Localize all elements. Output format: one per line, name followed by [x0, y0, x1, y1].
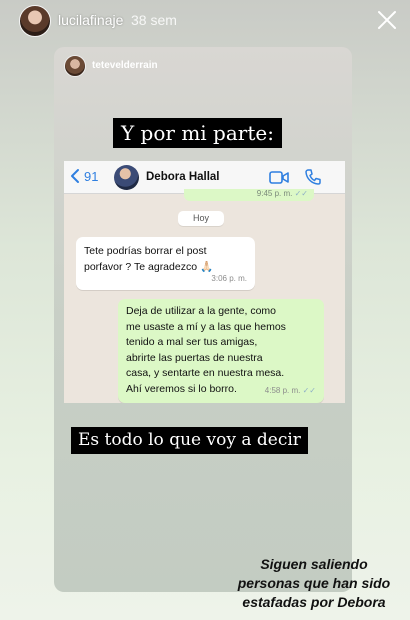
banner-bottom-text: Es todo lo que voy a decir — [71, 427, 308, 454]
unread-count: 91 — [84, 168, 99, 184]
story-username[interactable]: lucilafinaje — [58, 12, 123, 28]
contact-name[interactable]: Debora Hallal — [146, 171, 220, 183]
day-separator: Hoy — [178, 211, 224, 226]
contact-avatar[interactable] — [114, 165, 139, 190]
message-time-text: 4:58 p. m. — [264, 386, 301, 396]
previous-message-time: 9:45 p. m. — [256, 189, 293, 198]
close-icon[interactable] — [374, 7, 400, 33]
chevron-left-icon — [71, 169, 79, 183]
banner-top-text: Y por mi parte: — [113, 118, 282, 148]
incoming-message[interactable]: Tete podrías borrar el post porfavor ? T… — [76, 237, 255, 290]
message-line: Deja de utilizar a la gente, como — [126, 305, 276, 317]
story-header: lucilafinaje 38 sem — [0, 0, 410, 44]
previous-message-bubble: 9:45 p. m. ✓✓ — [184, 189, 314, 201]
phone-icon[interactable] — [304, 168, 322, 186]
back-button[interactable]: 91 — [69, 168, 98, 184]
reposted-story-card[interactable]: tetevelderrain Y por mi parte: 91 Debora… — [54, 47, 352, 592]
video-call-icon[interactable] — [269, 170, 289, 185]
message-time: 4:58 p. m. ✓✓ — [265, 383, 316, 399]
avatar[interactable] — [19, 5, 51, 37]
caption-line: estafadas por Debora — [242, 594, 386, 610]
story-caption: Siguen saliendo personas que han sido es… — [224, 555, 404, 612]
message-line: Tete podrías borrar el post — [84, 245, 207, 257]
whatsapp-chat-screenshot: 91 Debora Hallal 9:45 p. m. ✓✓ Hoy Tete … — [64, 161, 345, 403]
story-time: 38 sem — [131, 12, 177, 28]
repost-avatar[interactable] — [64, 55, 86, 77]
caption-line: Siguen saliendo — [260, 556, 368, 572]
read-ticks-icon: ✓✓ — [302, 386, 316, 396]
caption-line: personas que han sido — [237, 575, 391, 591]
message-line: tenido a mal ser tus amigas, — [126, 336, 258, 349]
message-time: 3:06 p. m. — [211, 274, 247, 283]
read-ticks-icon: ✓✓ — [294, 189, 308, 198]
repost-username[interactable]: tetevelderrain — [92, 60, 158, 71]
message-line: abrirte las puertas de nuestra — [126, 351, 263, 364]
outgoing-message[interactable]: Deja de utilizar a la gente, como me usa… — [118, 299, 324, 403]
message-line: me usaste a mí y a las que hemos — [126, 320, 286, 333]
message-line: casa, y sentarte en nuestra mesa. — [126, 367, 285, 380]
